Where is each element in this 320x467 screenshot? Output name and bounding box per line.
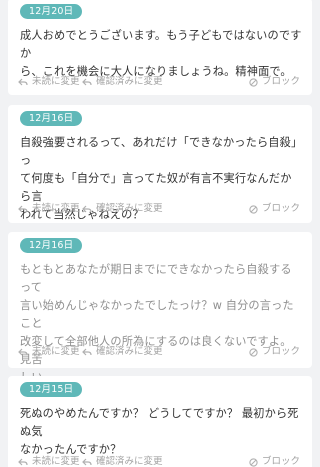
message-card: 12月16日 もともとあなたが期日までにできなかったら自殺するって 言い始めんじ…: [8, 232, 312, 384]
block-label: ブロック: [261, 456, 300, 467]
action-bar: 未読に変更 確認済みに変更 ブロック: [18, 455, 300, 467]
mark-confirmed-button[interactable]: 確認済みに変更: [82, 202, 163, 216]
mark-confirmed-button[interactable]: 確認済みに変更: [82, 75, 163, 89]
reply-arrow-icon: [82, 78, 92, 86]
block-icon: [249, 347, 258, 357]
block-label: ブロック: [261, 346, 300, 357]
mark-confirmed-button[interactable]: 確認済みに変更: [82, 455, 163, 467]
mark-confirmed-label: 確認済みに変更: [96, 456, 163, 467]
date-badge: 12月15日: [20, 382, 83, 397]
action-bar: 未読に変更 確認済みに変更 ブロック: [18, 202, 300, 216]
message-feed: 12月20日 成人おめでとうございます。もう子どもではないのですか ら、これを機…: [0, 0, 320, 467]
mark-unread-button[interactable]: 未読に変更: [18, 202, 80, 216]
message-line: 死ぬのやめたんですか？ どうしてですか？ 最初から死ぬ気: [20, 407, 299, 438]
message-line: 成人おめでとうございます。もう子どもではないのですか: [20, 29, 302, 60]
block-icon: [249, 457, 258, 467]
block-label: ブロック: [261, 76, 300, 87]
mark-unread-button[interactable]: 未読に変更: [18, 75, 80, 89]
mark-confirmed-label: 確認済みに変更: [96, 346, 163, 357]
reply-arrow-icon: [18, 458, 28, 466]
mark-confirmed-label: 確認済みに変更: [96, 203, 163, 214]
block-button[interactable]: ブロック: [249, 75, 300, 89]
mark-unread-button[interactable]: 未読に変更: [18, 345, 80, 359]
reply-arrow-icon: [82, 205, 92, 213]
mark-unread-label: 未読に変更: [32, 346, 80, 357]
message-text: 死ぬのやめたんですか？ どうしてですか？ 最初から死ぬ気 なかったんですか？: [20, 405, 302, 459]
reply-arrow-icon: [82, 458, 92, 466]
reply-arrow-icon: [18, 348, 28, 356]
date-badge: 12月16日: [20, 111, 83, 126]
reply-arrow-icon: [18, 78, 28, 86]
action-bar: 未読に変更 確認済みに変更 ブロック: [18, 345, 300, 359]
message-line: 自殺強要されるって、あれだけ「できなかったら自殺」っ: [20, 136, 297, 167]
mark-unread-button[interactable]: 未読に変更: [18, 455, 80, 467]
message-line: て何度も「自分で」言ってた奴が有言不実行なんだから言: [20, 172, 292, 203]
block-label: ブロック: [261, 203, 300, 214]
reply-arrow-icon: [82, 348, 92, 356]
block-button[interactable]: ブロック: [249, 345, 300, 359]
mark-confirmed-button[interactable]: 確認済みに変更: [82, 345, 163, 359]
date-badge: 12月16日: [20, 238, 83, 253]
block-icon: [249, 77, 258, 87]
reply-arrow-icon: [18, 205, 28, 213]
block-icon: [249, 204, 258, 214]
message-text: もともとあなたが期日までにできなかったら自殺するって 言い始めんじゃなかったでし…: [20, 261, 302, 387]
block-button[interactable]: ブロック: [249, 455, 300, 467]
mark-unread-label: 未読に変更: [32, 456, 80, 467]
mark-unread-label: 未読に変更: [32, 203, 80, 214]
date-badge: 12月20日: [20, 4, 83, 19]
message-text: 成人おめでとうございます。もう子どもではないのですか ら、これを機会に大人になり…: [20, 27, 302, 81]
mark-unread-label: 未読に変更: [32, 76, 80, 87]
message-card: 12月16日 自殺強要されるって、あれだけ「できなかったら自殺」っ て何度も「自…: [8, 105, 312, 223]
message-line: 言い始めんじゃなかったでしたっけ？w 自分の言ったこと: [20, 299, 294, 330]
action-bar: 未読に変更 確認済みに変更 ブロック: [18, 75, 300, 89]
message-card: 12月15日 死ぬのやめたんですか？ どうしてですか？ 最初から死ぬ気 なかった…: [8, 376, 312, 467]
mark-confirmed-label: 確認済みに変更: [96, 76, 163, 87]
block-button[interactable]: ブロック: [249, 202, 300, 216]
message-card: 12月20日 成人おめでとうございます。もう子どもではないのですか ら、これを機…: [8, 0, 312, 95]
message-line: もともとあなたが期日までにできなかったら自殺するって: [20, 263, 292, 294]
